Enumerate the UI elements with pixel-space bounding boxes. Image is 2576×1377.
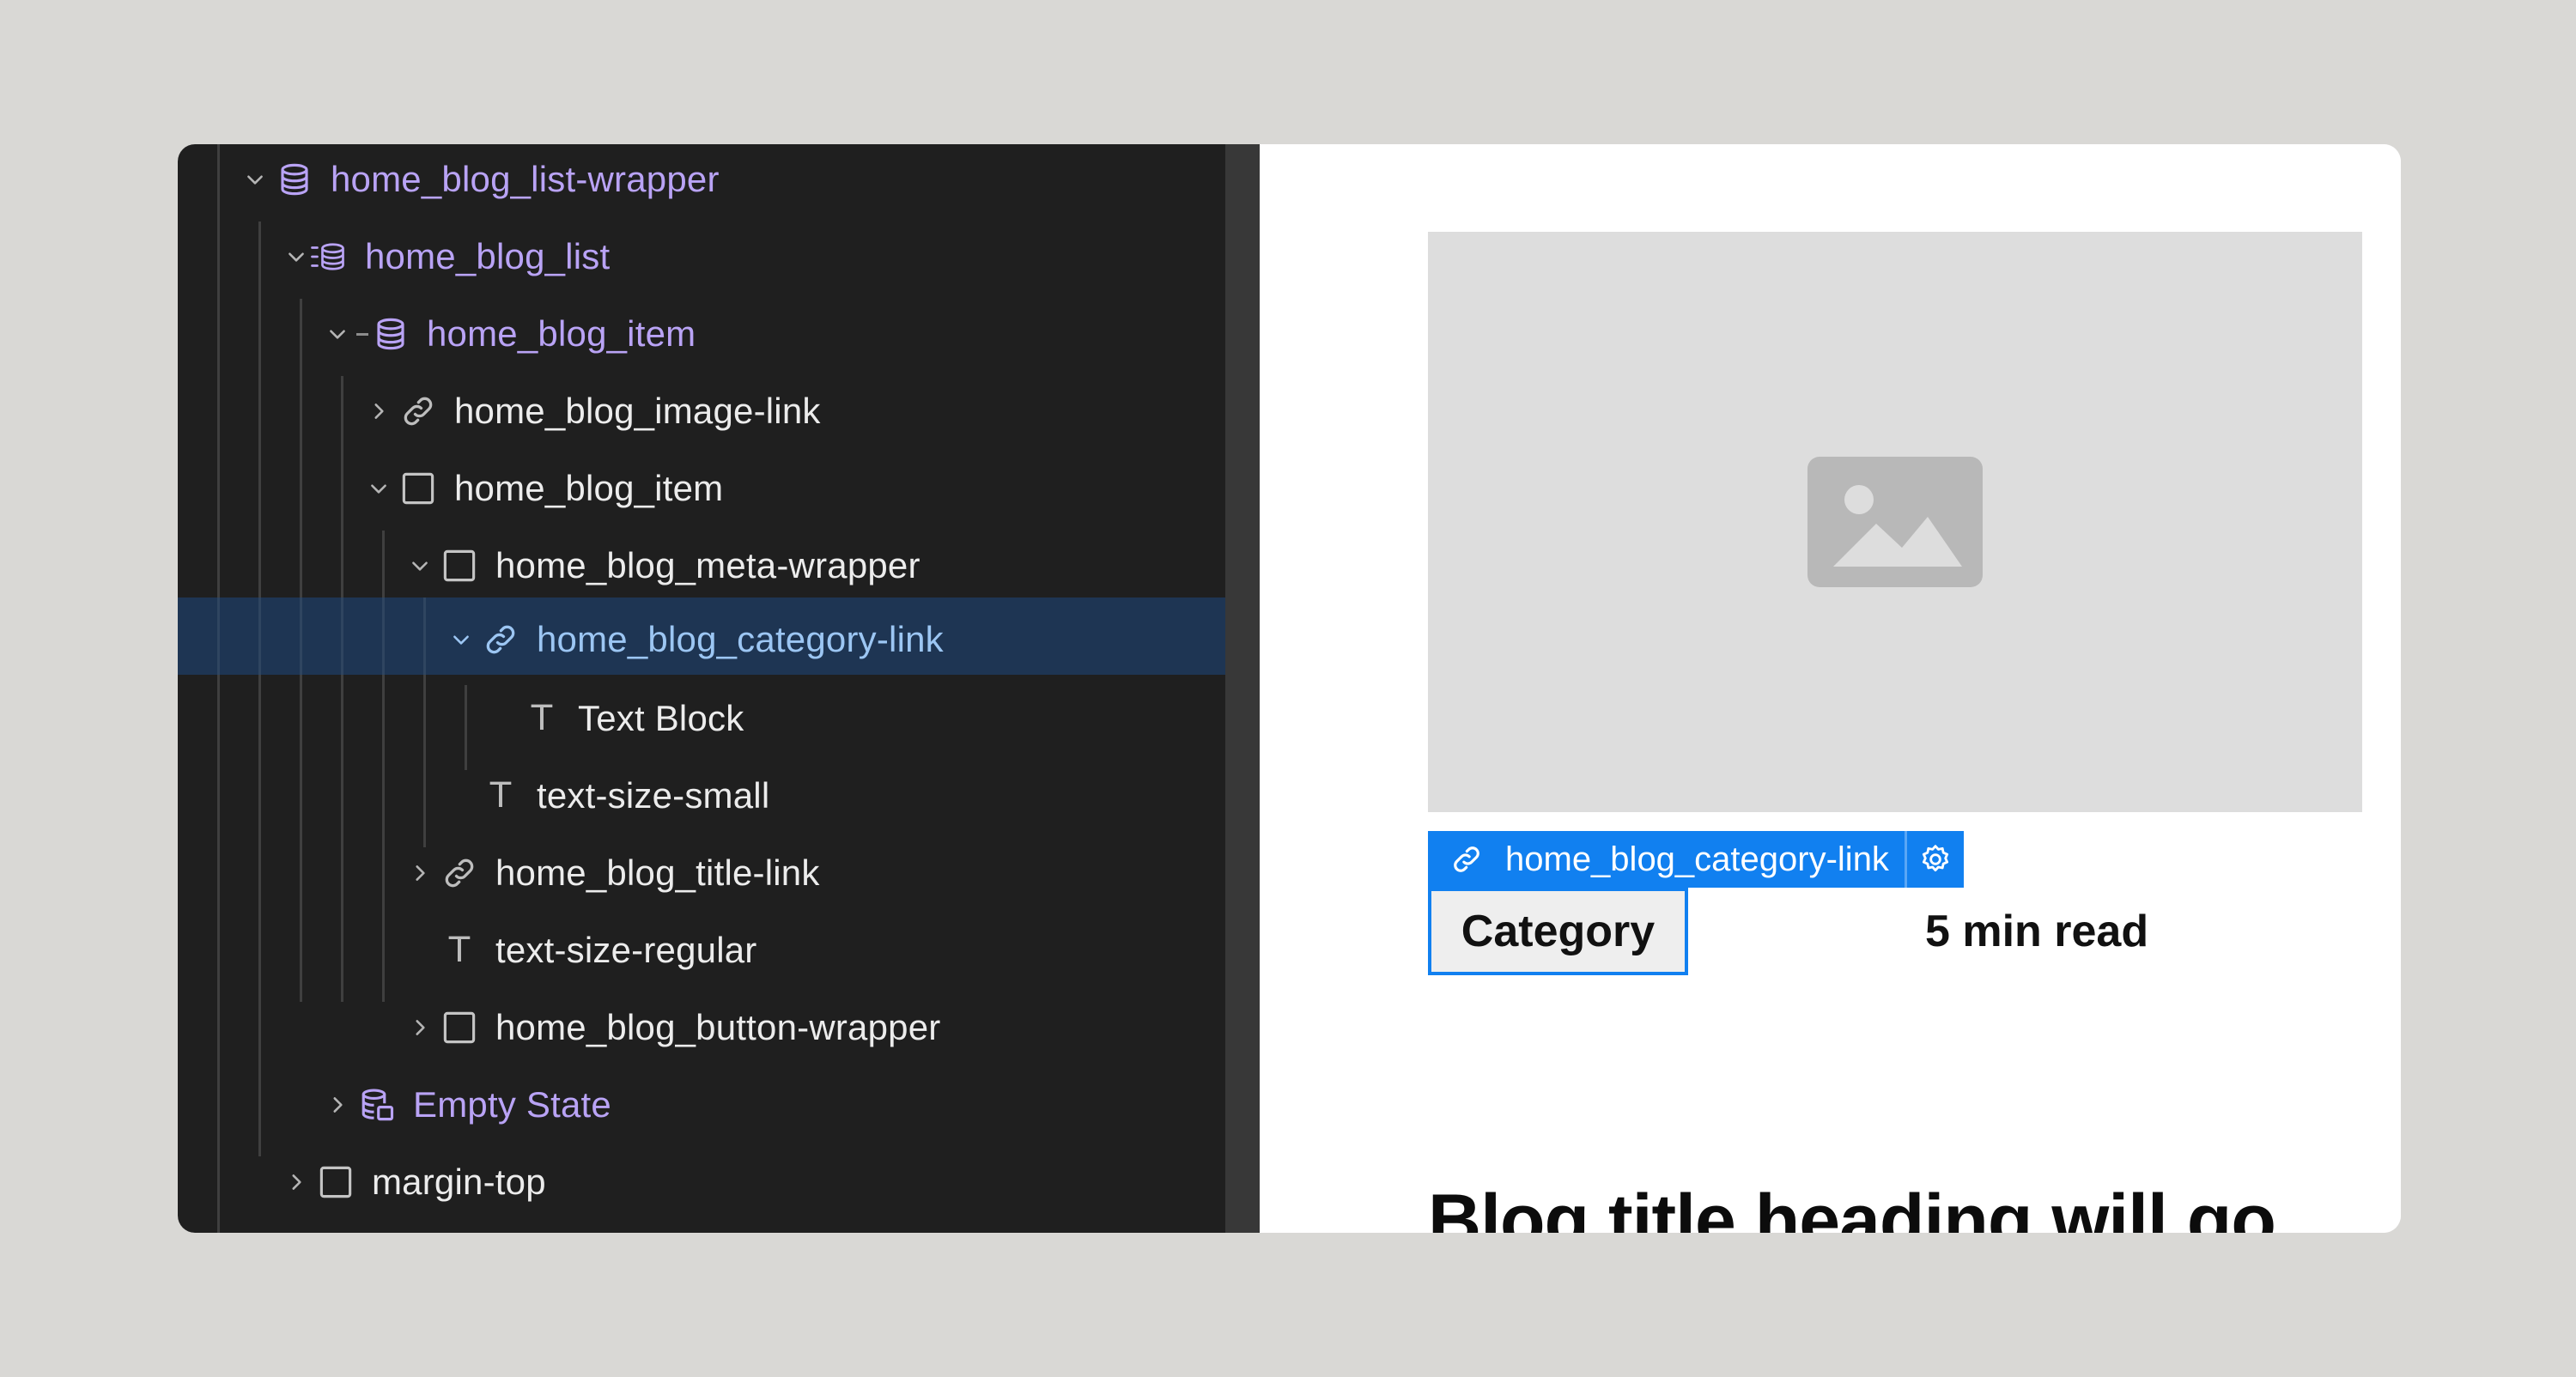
tree-item-text-block[interactable]: T Text Block [178,680,1225,757]
blog-title-heading[interactable]: Blog title heading will go here [1428,1168,2390,1233]
tree-guide-line [217,598,220,675]
read-time-text: 5 min read [1925,907,2149,956]
tree-item-home-blog-meta-wrapper[interactable]: home_blog_meta-wrapper [178,527,1225,604]
collection-list-icon [308,236,349,277]
text-icon: T [531,699,553,738]
tree-item-home-blog-item-collection[interactable]: home_blog_item [178,295,1225,373]
tree-item-home-blog-item[interactable]: home_blog_item [178,450,1225,527]
tree-item-home-blog-image-link[interactable]: home_blog_image-link [178,373,1225,450]
empty-state-icon [356,1084,398,1125]
selected-element-name: home_blog_category-link [1428,831,1905,888]
settings-gear-button[interactable] [1907,831,1964,888]
tree-item-label: home_blog_item [427,313,696,354]
tree-item-home-blog-list[interactable]: home_blog_list [178,218,1225,295]
tree-item-empty-state[interactable]: Empty State [178,1066,1225,1143]
tree-item-text-size-small[interactable]: T text-size-small [178,757,1225,834]
chevron-right-icon[interactable] [403,856,437,890]
tree-item-label: home_blog_image-link [454,391,821,431]
tree-guide-line [423,598,426,675]
design-canvas[interactable]: home_blog_category-link Category 5 min r… [1260,144,2401,1233]
div-block-icon [439,545,480,586]
selected-element-text: home_blog_category-link [1505,840,1889,878]
link-icon [439,852,480,894]
chevron-right-icon[interactable] [320,1088,355,1122]
blog-image-placeholder[interactable] [1428,232,2362,812]
navigator-scrollbar[interactable] [1225,144,1260,1233]
tree-item-margin-top[interactable]: margin-top [178,1143,1225,1221]
designer-window: home_blog_list-wrapper home_blog_list ho… [178,144,2401,1233]
div-block-icon [398,468,439,509]
tree-item-home-blog-title-link[interactable]: home_blog_title-link [178,834,1225,912]
chevron-down-icon[interactable] [403,549,437,583]
chevron-down-icon[interactable] [320,317,355,351]
link-icon [398,391,439,432]
image-icon [1807,457,1983,587]
chevron-right-icon[interactable] [279,1165,313,1199]
tree-item-label: margin-top [372,1162,546,1202]
link-icon [1454,846,1479,872]
tree-item-label: home_blog_category-link [537,619,944,659]
category-link[interactable]: Category [1428,888,1688,975]
navigator-panel: home_blog_list-wrapper home_blog_list ho… [178,144,1225,1233]
dash-icon [356,332,368,336]
text-icon: T [489,776,512,816]
link-icon [480,619,521,660]
tree-item-label: Empty State [413,1084,611,1125]
tree-item-label: home_blog_title-link [495,852,820,893]
div-block-icon [439,1007,480,1048]
tree-item-label: home_blog_button-wrapper [495,1007,941,1047]
tree-guide-line [300,598,302,675]
chevron-down-icon[interactable] [361,471,396,506]
tree-item-home-blog-button-wrapper[interactable]: home_blog_button-wrapper [178,989,1225,1066]
text-icon: T [448,931,471,970]
tree-item-text-size-regular[interactable]: T text-size-regular [178,912,1225,989]
collection-item-icon [370,313,411,355]
tree-guide-line [382,598,385,675]
tree-item-label: home_blog_list-wrapper [331,159,720,199]
collection-wrapper-icon [274,159,315,200]
tree-item-label: home_blog_item [454,468,724,508]
tree-item-home-blog-category-link[interactable]: home_blog_category-link [178,598,1225,675]
tree-item-label: text-size-small [537,775,770,816]
tree-item-label: Text Block [578,698,744,738]
chevron-down-icon[interactable] [444,622,478,657]
tree-item-home-blog-list-wrapper[interactable]: home_blog_list-wrapper [178,144,1225,218]
tree-guide-line [258,598,261,675]
chevron-right-icon[interactable] [361,394,396,428]
selected-element-label[interactable]: home_blog_category-link [1428,831,1964,888]
div-block-icon [315,1162,356,1203]
chevron-down-icon[interactable] [238,162,272,197]
tree-item-label: home_blog_list [365,236,611,276]
chevron-right-icon[interactable] [403,1010,437,1045]
gear-icon [1922,845,1949,872]
tree-item-label: home_blog_meta-wrapper [495,545,920,585]
tree-item-label: text-size-regular [495,930,757,970]
tree-guide-line [341,598,343,675]
